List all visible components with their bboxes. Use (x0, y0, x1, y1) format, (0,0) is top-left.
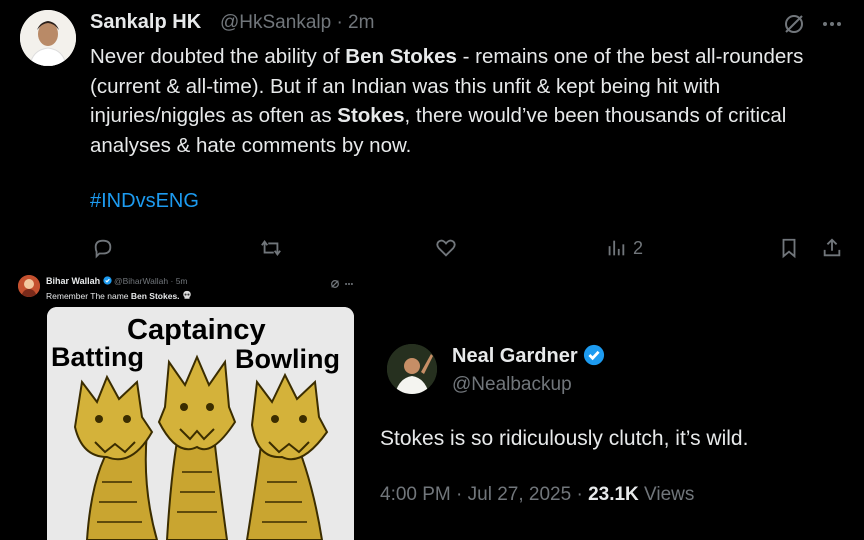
mention-bold: Ben Stokes. (130, 291, 180, 301)
author-name[interactable]: Bihar Wallah (46, 276, 112, 286)
tweet-text-part: Remember The name (46, 291, 131, 301)
grok-icon[interactable] (780, 10, 808, 38)
reply-icon (94, 239, 112, 259)
top-tweet: Sankalp HK @HkSankalp · 2m Never doubted… (0, 0, 864, 268)
mention-bold: Stokes (337, 104, 405, 127)
meme-label-right: Bowling (235, 344, 340, 374)
meme-label-top: Captaincy (127, 314, 266, 346)
timestamp[interactable]: 4:00 PM · Jul 27, 2025 · (380, 484, 588, 505)
retweet-button[interactable] (258, 232, 284, 264)
retweet-icon (261, 240, 281, 256)
views-count: 23.1K (588, 484, 639, 505)
views-count: 2 (633, 237, 644, 258)
grok-icon[interactable] (330, 276, 340, 288)
avatar[interactable] (20, 10, 76, 66)
more-icon[interactable] (343, 276, 355, 286)
tweet-text: Stokes is so ridiculously clutch, it’s w… (380, 427, 749, 450)
tweet-text: Never doubted the ability of Ben Stokes … (90, 42, 850, 160)
author-handle-time[interactable]: @HkSankalp · 2m (220, 12, 374, 34)
author-name-text: Bihar Wallah (46, 276, 101, 286)
skull-emoji-icon (183, 290, 191, 299)
verified-icon (584, 344, 605, 366)
avatar[interactable] (18, 275, 40, 297)
author-name[interactable]: Neal Gardner (452, 344, 605, 368)
bookmark-icon (782, 238, 796, 259)
share-icon (823, 238, 841, 257)
bookmark-button[interactable] (778, 232, 800, 264)
reply-button[interactable] (92, 232, 114, 264)
author-name[interactable]: Sankalp HK (90, 11, 201, 34)
tweet-text: Remember The name Ben Stokes. (46, 290, 192, 301)
views-icon (608, 240, 625, 256)
more-icon[interactable] (818, 10, 846, 38)
mention-bold: Ben Stokes (345, 45, 457, 68)
hashtag-link[interactable]: #INDvsENG (90, 190, 199, 213)
share-button[interactable] (820, 232, 844, 264)
views-button[interactable]: 2 (605, 232, 643, 264)
author-handle-time[interactable]: @BiharWallah · 5m (114, 276, 188, 286)
meme-label-left: Batting (51, 342, 144, 372)
meme-image[interactable]: Captaincy Batting Bowling (47, 307, 354, 540)
like-icon (436, 239, 456, 257)
author-handle[interactable]: @Nealbackup (452, 374, 572, 396)
like-button[interactable] (434, 232, 458, 264)
tweet-text-part: Never doubted the ability of (90, 45, 346, 68)
author-name-text: Neal Gardner (452, 345, 578, 367)
avatar[interactable] (387, 344, 437, 394)
tweet-meta: 4:00 PM · Jul 27, 2025 · 23.1K Views (380, 484, 694, 506)
views-label: Views (638, 484, 695, 505)
verified-icon (103, 276, 112, 285)
